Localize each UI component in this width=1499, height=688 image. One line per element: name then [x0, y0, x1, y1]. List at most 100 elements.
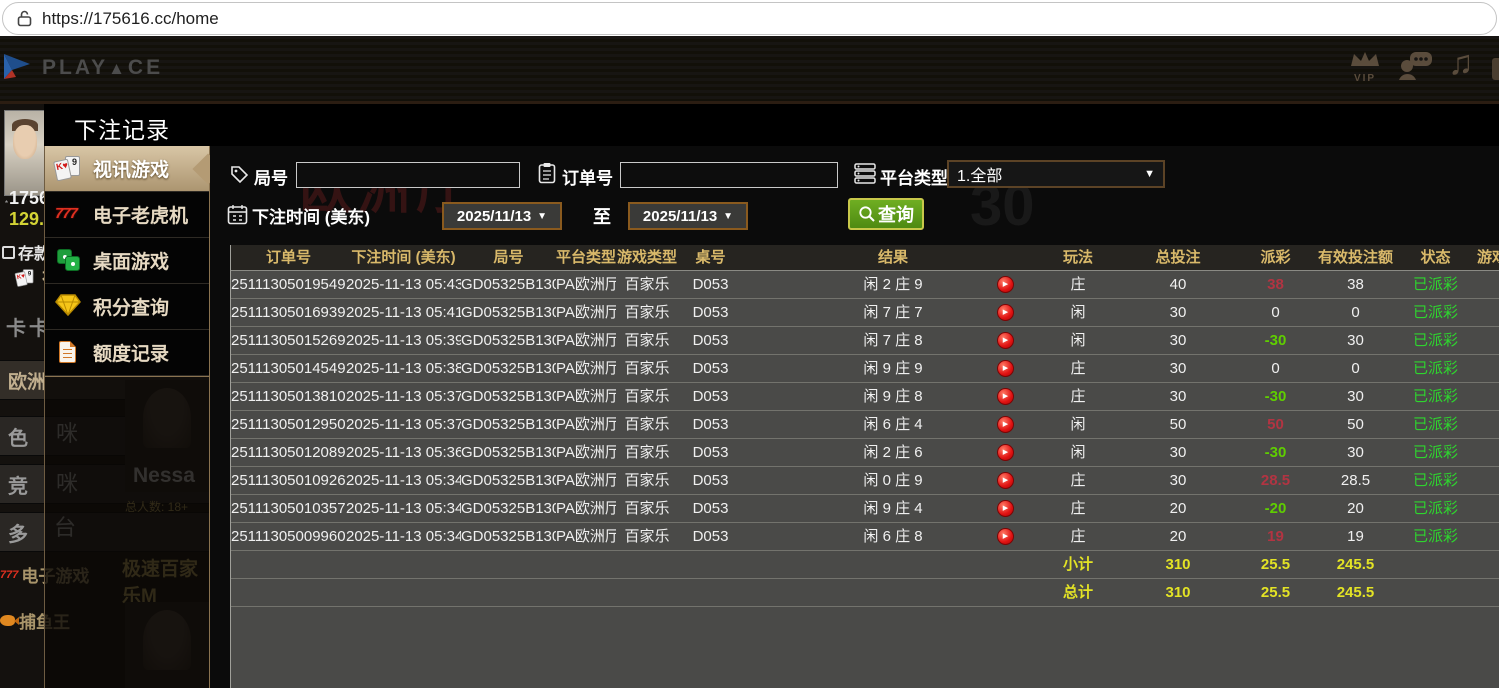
cell-status: 已派彩 — [1398, 271, 1473, 298]
date-to-select[interactable]: 2025/11/13▼ — [628, 202, 748, 230]
sidebar-item-3[interactable]: 积分查询 — [45, 284, 209, 330]
cell-total-bet: 30 — [1118, 383, 1238, 410]
clipboard-icon — [538, 162, 556, 184]
deposit-icon — [2, 246, 15, 259]
cell-table-no: D053 — [678, 411, 743, 438]
logo-icon — [0, 51, 34, 85]
replay-button[interactable]: ▶ — [997, 500, 1014, 517]
table-row: 2511130501295042025-11-13 05:37:01GD0532… — [231, 411, 1499, 439]
cell-platform: PA欧洲厅 — [556, 327, 616, 354]
platform-type-select[interactable]: 1.全部 ▼ — [947, 160, 1165, 188]
slot-icon: 777 — [55, 201, 89, 229]
cell-game-extra — [1473, 299, 1499, 326]
cell-platform: PA欧洲厅 — [556, 467, 616, 494]
music-icon[interactable]: ♫ — [1448, 44, 1474, 83]
replay-button[interactable]: ▶ — [997, 528, 1014, 545]
cell-game-extra — [1473, 495, 1499, 522]
replay-button[interactable]: ▶ — [997, 304, 1014, 321]
cell-game-type: 百家乐 — [616, 299, 678, 326]
cell-game-extra — [1473, 271, 1499, 298]
dropdown-arrow-icon: ▼ — [1144, 168, 1155, 180]
search-button[interactable]: 查询 — [848, 198, 924, 230]
sidebar-item-1[interactable]: 777电子老虎机 — [45, 192, 209, 238]
sidebar-lower-panel — [45, 376, 209, 688]
brand-triangle: ▲ — [108, 59, 128, 78]
subtotal-row: 小计31025.5245.5 — [231, 551, 1499, 579]
cell-total-bet: 30 — [1118, 467, 1238, 494]
sidebar-item-0[interactable]: 9K♥视讯游戏 — [45, 146, 209, 192]
cell-bet-time: 2025-11-13 05:38:39 — [346, 355, 461, 382]
cell-bet-time: 2025-11-13 05:34:25 — [346, 495, 461, 522]
column-header-12: 状态 — [1398, 245, 1473, 270]
vip-icon[interactable]: VIP — [1343, 50, 1387, 84]
table-row: 2511130501454962025-11-13 05:38:39GD0532… — [231, 355, 1499, 383]
cell-platform: PA欧洲厅 — [556, 411, 616, 438]
cell-bet-time: 2025-11-13 05:39:23 — [346, 327, 461, 354]
deposit-button[interactable]: 存款 — [2, 240, 50, 264]
undefined — [556, 551, 616, 578]
replay-button[interactable]: ▶ — [997, 332, 1014, 349]
cell-payout: 19 — [1238, 523, 1313, 550]
sidebar-item-label: 额度记录 — [93, 339, 169, 366]
customer-support-icon[interactable] — [1398, 50, 1434, 85]
column-header-1: 下注时间 (美东) — [346, 245, 461, 270]
round-number-input[interactable] — [296, 162, 520, 188]
cell-game-extra — [1473, 439, 1499, 466]
table-row: 2511130501208912025-11-13 05:36:07GD0532… — [231, 439, 1499, 467]
replay-button[interactable]: ▶ — [997, 360, 1014, 377]
sidebar-item-2[interactable]: 桌面游戏 — [45, 238, 209, 284]
cell-valid-bet: 30 — [1313, 439, 1398, 466]
cell-round-no: GD05325B130LV — [461, 383, 556, 410]
cell-round-no: GD05325B130LQ — [461, 523, 556, 550]
cell-valid-bet: 20 — [1313, 495, 1398, 522]
grand-total-row-payout: 25.5 — [1238, 579, 1313, 606]
cell-platform: PA欧洲厅 — [556, 271, 616, 298]
dropdown-arrow-icon: ▼ — [723, 211, 733, 222]
cell-bet-time: 2025-11-13 05:37:01 — [346, 411, 461, 438]
cell-payout: 28.5 — [1238, 467, 1313, 494]
cell-game-type: 百家乐 — [616, 467, 678, 494]
column-header-8: 玩法 — [1038, 245, 1118, 270]
cell-order-no: 251113050152690 — [231, 327, 346, 354]
url-text[interactable]: https://175616.cc/home — [42, 9, 219, 29]
cell-status: 已派彩 — [1398, 411, 1473, 438]
replay-button[interactable]: ▶ — [997, 472, 1014, 489]
column-header-3: 平台类型 — [556, 245, 616, 270]
sidebar-item-label: 视讯游戏 — [93, 155, 169, 182]
cell-play-type: 庄 — [1038, 355, 1118, 382]
undefined — [743, 579, 973, 606]
sidebar-item-4[interactable]: 额度记录 — [45, 330, 209, 376]
cell-round-no: GD05325B130LS — [461, 467, 556, 494]
column-header-10: 派彩 — [1238, 245, 1313, 270]
cell-platform: PA欧洲厅 — [556, 439, 616, 466]
cell-order-no: 251113050109264 — [231, 467, 346, 494]
cell-result: 闲 0 庄 9 — [743, 467, 973, 494]
modal-title-bar: 下注记录 — [44, 104, 1499, 146]
cell-table-no: D053 — [678, 299, 743, 326]
cell-table-no: D053 — [678, 327, 743, 354]
cell-result: 闲 7 庄 8 — [743, 327, 973, 354]
undefined — [1398, 579, 1473, 606]
round-filter-label: 局号 — [254, 164, 288, 189]
replay-button[interactable]: ▶ — [997, 416, 1014, 433]
undefined — [556, 579, 616, 606]
order-number-input[interactable] — [620, 162, 838, 188]
replay-button[interactable]: ▶ — [997, 276, 1014, 293]
table-header-row: 订单号下注时间 (美东)局号平台类型游戏类型桌号结果玩法总投注派彩有效投注额状态… — [231, 245, 1499, 271]
url-bar[interactable]: https://175616.cc/home — [2, 2, 1497, 35]
magnifier-icon — [858, 205, 876, 223]
dice-icon — [55, 247, 89, 275]
partial-edge-icon[interactable] — [1492, 58, 1499, 80]
user-avatar[interactable] — [4, 110, 45, 196]
undefined — [743, 551, 973, 578]
brand-text: PLAY▲CE — [42, 56, 163, 80]
cell-payout: -20 — [1238, 495, 1313, 522]
cell-total-bet: 20 — [1118, 523, 1238, 550]
date-from-select[interactable]: 2025/11/13▼ — [442, 202, 562, 230]
cell-table-no: D053 — [678, 383, 743, 410]
playace-logo[interactable]: PLAY▲CE — [0, 51, 163, 85]
table-row: 2511130501035792025-11-13 05:34:25GD0532… — [231, 495, 1499, 523]
cell-play-type: 庄 — [1038, 383, 1118, 410]
replay-button[interactable]: ▶ — [997, 444, 1014, 461]
replay-button[interactable]: ▶ — [997, 388, 1014, 405]
